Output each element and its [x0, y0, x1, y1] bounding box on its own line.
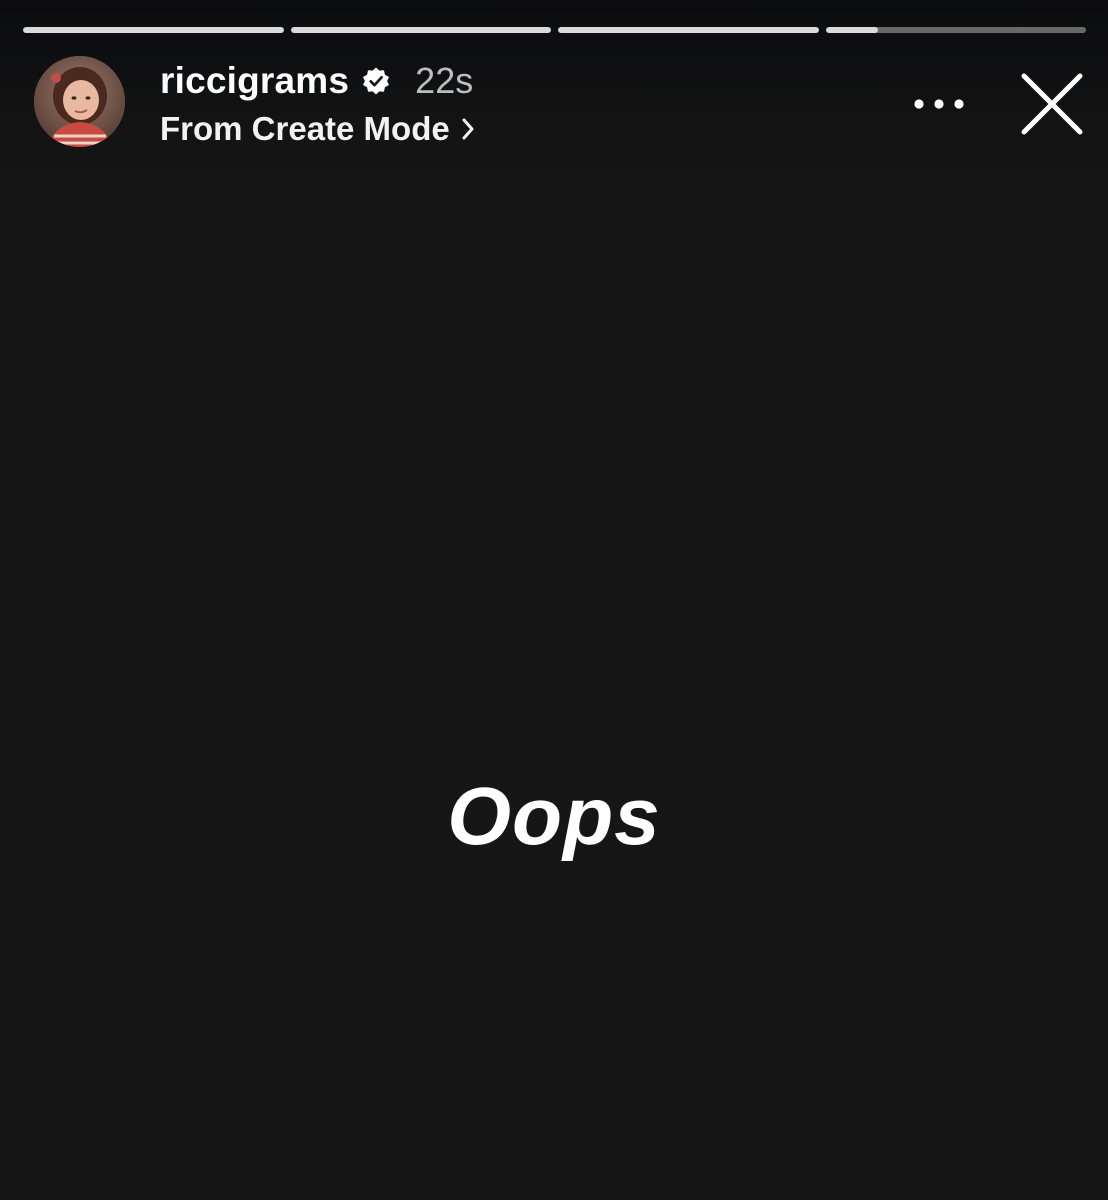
progress-fill: [558, 27, 819, 33]
story-caption: Oops: [447, 771, 661, 862]
progress-segment: [23, 27, 284, 33]
progress-segment: [290, 27, 551, 33]
source-label: From Create Mode: [160, 110, 450, 147]
story-progress-bar: [23, 27, 1086, 33]
source-link[interactable]: From Create Mode: [160, 108, 476, 150]
story-viewer[interactable]: riccigrams 22s From Create Mode Oops: [0, 0, 1108, 1200]
progress-fill: [825, 27, 878, 33]
post-time: 22s: [415, 60, 474, 101]
verified-badge-icon: [363, 67, 390, 95]
user-row: riccigrams 22s: [160, 58, 473, 104]
username[interactable]: riccigrams: [160, 60, 349, 102]
progress-fill: [290, 27, 551, 33]
close-icon[interactable]: [1016, 70, 1088, 138]
avatar[interactable]: [34, 56, 125, 147]
chevron-right-icon: [462, 118, 474, 140]
avatar-image: [34, 56, 125, 147]
progress-fill: [23, 27, 284, 33]
progress-segment: [558, 27, 819, 33]
progress-segment: [825, 27, 1086, 33]
more-options-icon[interactable]: [910, 88, 968, 120]
